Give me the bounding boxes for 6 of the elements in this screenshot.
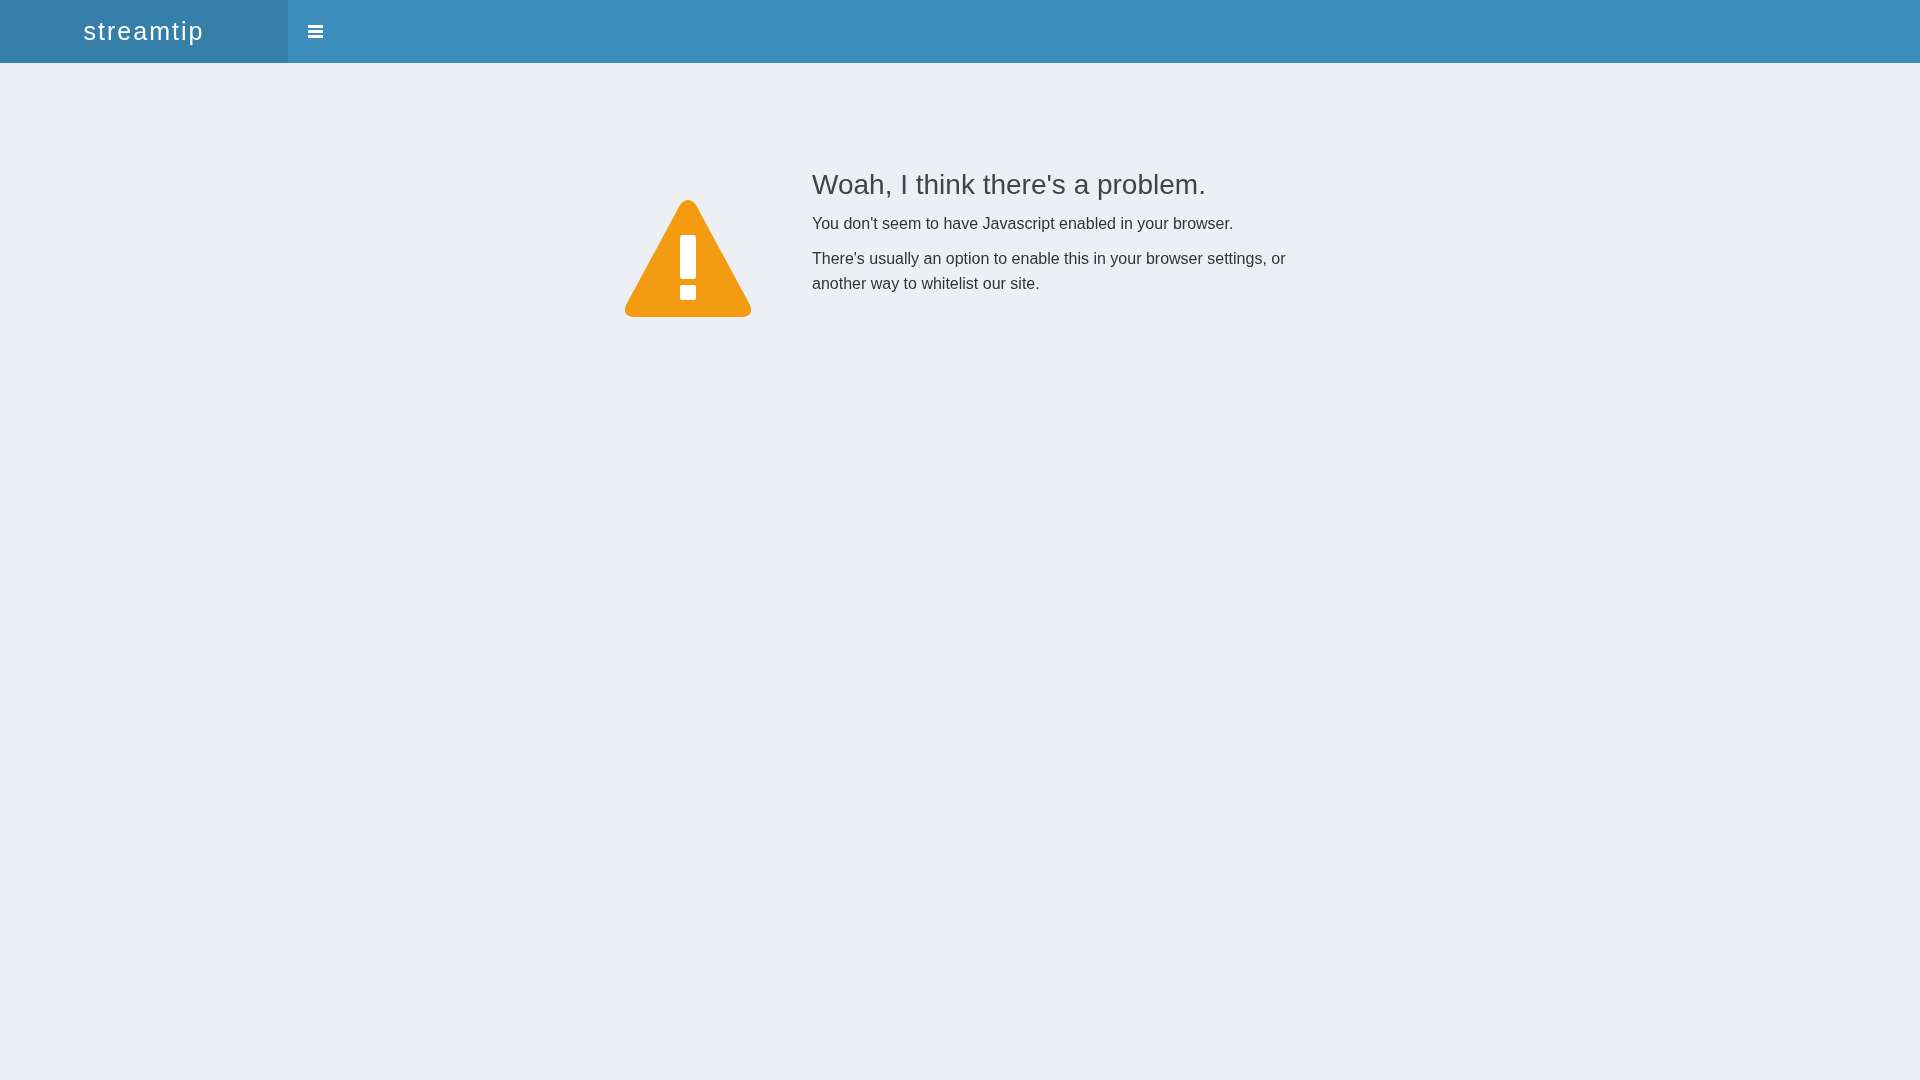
menu-icon [307,25,323,38]
logo[interactable]: streamtip [0,0,288,63]
error-heading: Woah, I think there's a problem. [812,169,1207,201]
error-message: You don't seem to have Javascript enabled in your browser. [812,214,1235,234]
error-message: There's usually an option to enable this in your browser settings, or another way to whitelist our site. [812,249,1287,294]
warning-icon [624,199,752,319]
